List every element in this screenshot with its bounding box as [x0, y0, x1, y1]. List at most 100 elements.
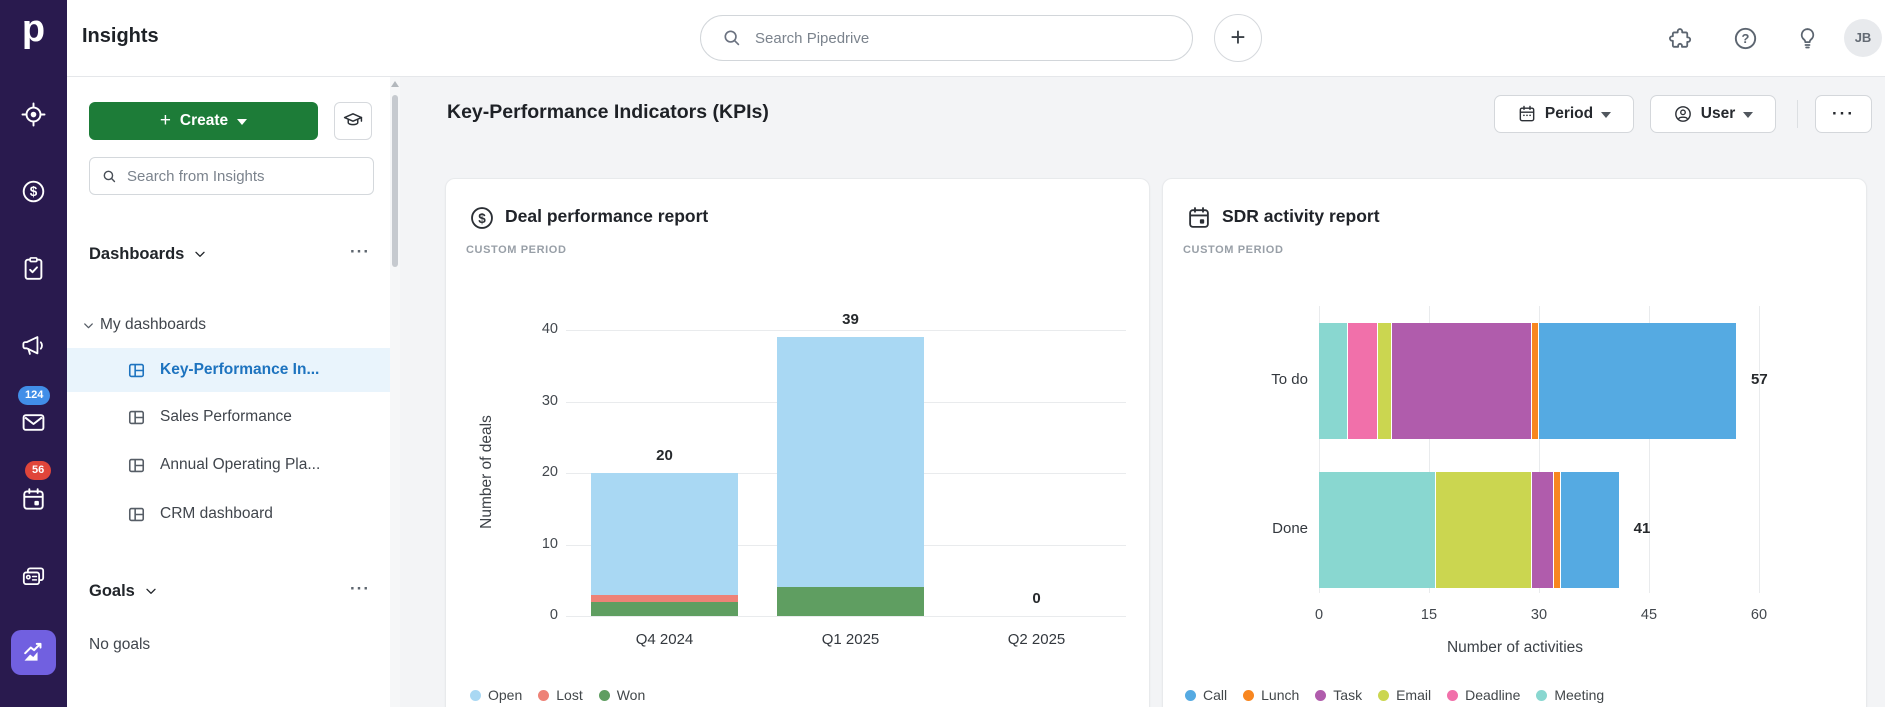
sidebar-item-dashboard[interactable]: Annual Operating Pla...	[67, 443, 390, 487]
legend-color-dot	[1185, 689, 1196, 701]
legend-label: Won	[616, 687, 646, 703]
sidebar-item-label: Sales Performance	[160, 408, 292, 425]
x-category-label: Q2 2025	[1007, 631, 1066, 648]
legend-item-task[interactable]: Task	[1315, 687, 1362, 703]
bar-segment-open[interactable]	[777, 337, 924, 588]
legend-item-lost[interactable]: Lost	[538, 687, 583, 703]
mail-icon[interactable]	[20, 409, 47, 436]
dashboard-more-button[interactable]: ···	[1815, 95, 1872, 133]
caret-down-icon	[237, 119, 248, 125]
gridline	[1759, 306, 1760, 593]
scrollbar-thumb[interactable]	[392, 95, 398, 267]
bar-segment-task[interactable]	[1392, 323, 1531, 439]
bar-segment-lunch[interactable]	[1531, 323, 1538, 439]
chevron-down-icon	[146, 588, 156, 594]
bar-segment-open[interactable]	[591, 473, 738, 595]
goals-menu-button[interactable]: ···	[348, 579, 372, 603]
sidebar-item-dashboard[interactable]: CRM dashboard	[67, 492, 390, 536]
insights-search-input[interactable]	[127, 167, 357, 185]
quick-add-button[interactable]: +	[1214, 14, 1262, 62]
period-filter-button[interactable]: Period	[1494, 95, 1634, 133]
sidebar-item-dashboard[interactable]: Key-Performance In...	[67, 348, 390, 392]
bar-segment-won[interactable]	[591, 601, 738, 616]
marketplace-puzzle-icon[interactable]	[1667, 25, 1694, 52]
activities-badge: 56	[25, 461, 52, 480]
deal-performance-card: $ Deal performance report CUSTOM PERIOD …	[445, 178, 1150, 707]
legend-label: Task	[1333, 687, 1363, 703]
period-button-label: Period	[1544, 105, 1594, 122]
bar-segment-email[interactable]	[1377, 323, 1392, 439]
dashboards-section-toggle[interactable]: Dashboards	[89, 242, 208, 266]
bar-total-label: 57	[1751, 371, 1768, 388]
prospector-target-icon[interactable]	[20, 101, 47, 128]
create-button-label: Create	[179, 112, 229, 129]
user-avatar[interactable]: JB	[1844, 19, 1882, 57]
my-dashboards-toggle[interactable]: My dashboards	[81, 313, 206, 337]
create-button[interactable]: + Create	[89, 102, 318, 140]
user-filter-button[interactable]: User	[1650, 95, 1776, 133]
legend-color-dot	[1536, 689, 1548, 701]
pipedrive-logo[interactable]: p	[0, 8, 67, 51]
bar-segment-meeting[interactable]	[1319, 323, 1348, 439]
user-button-label: User	[1700, 105, 1736, 122]
legend-item-deadline[interactable]: Deadline	[1447, 687, 1520, 703]
legend-label: Lunch	[1261, 687, 1300, 703]
bar-total-label: 0	[1032, 590, 1041, 607]
whats-new-bulb-icon[interactable]	[1794, 25, 1821, 52]
dashboard-title: Key-Performance Indicators (KPIs)	[447, 101, 769, 123]
contacts-icon[interactable]	[20, 563, 47, 590]
goals-section-toggle[interactable]: Goals	[89, 579, 159, 603]
legend-item-meeting[interactable]: Meeting	[1536, 687, 1604, 703]
bar-segment-deadline[interactable]	[1348, 323, 1377, 439]
sidebar-item-label: CRM dashboard	[160, 505, 273, 522]
x-tick-label: 0	[1314, 607, 1324, 623]
sidebar-item-label: Key-Performance In...	[160, 361, 320, 378]
insights-chart-icon[interactable]	[20, 639, 47, 666]
scroll-up-arrow[interactable]	[391, 81, 399, 87]
deals-dollar-icon[interactable]: $	[20, 178, 47, 205]
sidebar-item-dashboard[interactable]: Sales Performance	[67, 395, 390, 439]
calendar-icon	[1519, 105, 1535, 122]
activities-calendar-icon[interactable]	[20, 486, 47, 513]
sidebar-scrollbar[interactable]	[390, 77, 400, 707]
bar-segment-lost[interactable]	[591, 594, 738, 602]
app-root: p $ 124 56 Insights Search Pipedrive + ?…	[0, 0, 1885, 707]
legend-item-open[interactable]: Open	[470, 687, 522, 703]
x-tick-label: 45	[1640, 607, 1658, 623]
x-tick-label: 30	[1530, 607, 1548, 623]
legend-color-dot	[470, 689, 481, 701]
caret-down-icon	[1601, 112, 1612, 118]
bar-segment-call[interactable]	[1561, 472, 1619, 588]
legend-item-email[interactable]: Email	[1378, 687, 1431, 703]
global-search[interactable]	[700, 15, 1193, 61]
bar-segment-won[interactable]	[777, 587, 924, 616]
dashboard-grid-icon	[128, 458, 145, 472]
insights-sidebar: + Create Dashboards ···	[67, 77, 400, 707]
help-icon[interactable]: ?	[1732, 25, 1759, 52]
campaigns-megaphone-icon[interactable]	[20, 332, 47, 359]
learning-button[interactable]	[334, 102, 372, 140]
legend-item-lunch[interactable]: Lunch	[1243, 687, 1299, 703]
bar-segment-call[interactable]	[1539, 323, 1736, 439]
bar-segment-lunch[interactable]	[1553, 472, 1560, 588]
legend-color-dot	[1447, 689, 1459, 701]
bar-total-label: 39	[842, 311, 859, 329]
legend-label: Call	[1203, 687, 1228, 703]
legend-item-won[interactable]: Won	[598, 687, 646, 703]
insights-search[interactable]	[89, 157, 374, 195]
bar-segment-meeting[interactable]	[1319, 472, 1436, 588]
y-tick-label: 10	[541, 535, 558, 552]
gridline	[566, 330, 1126, 331]
x-category-label: Q4 2024	[635, 631, 694, 648]
legend-item-call[interactable]: Call	[1185, 687, 1227, 703]
dashboards-menu-button[interactable]: ···	[348, 242, 372, 266]
legend-label: Open	[488, 687, 523, 703]
bar-segment-email[interactable]	[1436, 472, 1531, 588]
dashboard-grid-icon	[128, 363, 145, 377]
dashboards-label: Dashboards	[89, 244, 185, 263]
global-search-input[interactable]	[755, 29, 1135, 47]
projects-clipboard-icon[interactable]	[20, 255, 47, 282]
legend-color-dot	[1315, 689, 1327, 701]
bar-segment-task[interactable]	[1531, 472, 1553, 588]
caret-down-icon	[1743, 112, 1754, 118]
